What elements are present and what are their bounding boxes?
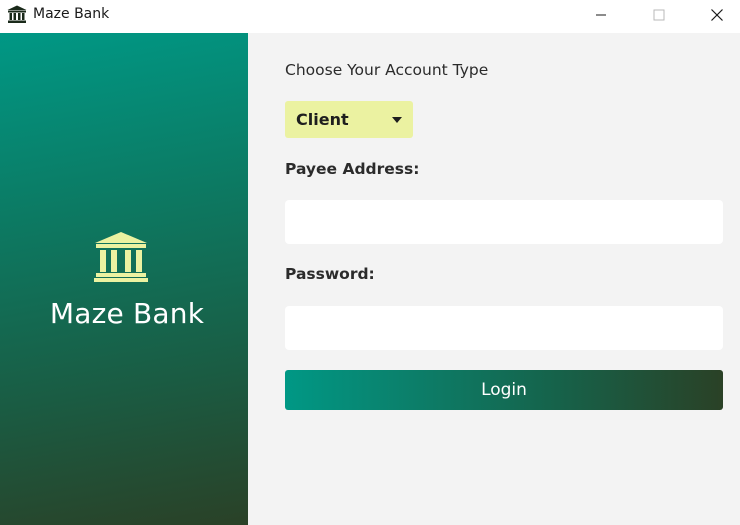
caret-down-icon	[392, 117, 402, 123]
brand-panel: Maze Bank	[0, 33, 248, 525]
maximize-icon	[653, 9, 665, 21]
window-title: Maze Bank	[33, 6, 110, 22]
login-form: Choose Your Account Type Client Payee Ad…	[248, 33, 740, 525]
account-type-select[interactable]: Client	[285, 101, 413, 138]
minimize-button[interactable]	[578, 0, 624, 30]
payee-address-field[interactable]	[285, 200, 723, 244]
minimize-icon	[596, 14, 606, 16]
brand-name: Maze Bank	[49, 297, 205, 330]
login-button[interactable]: Login	[285, 370, 723, 410]
bank-icon	[7, 5, 27, 23]
close-icon	[711, 9, 723, 21]
password-field[interactable]	[285, 306, 723, 350]
account-type-prompt: Choose Your Account Type	[285, 61, 489, 79]
maximize-button[interactable]	[636, 0, 682, 30]
account-type-value: Client	[296, 110, 349, 129]
close-button[interactable]	[694, 0, 740, 30]
payee-address-label: Payee Address:	[285, 160, 420, 178]
password-label: Password:	[285, 265, 375, 283]
bank-icon	[94, 232, 148, 282]
title-bar: Maze Bank	[0, 0, 740, 33]
